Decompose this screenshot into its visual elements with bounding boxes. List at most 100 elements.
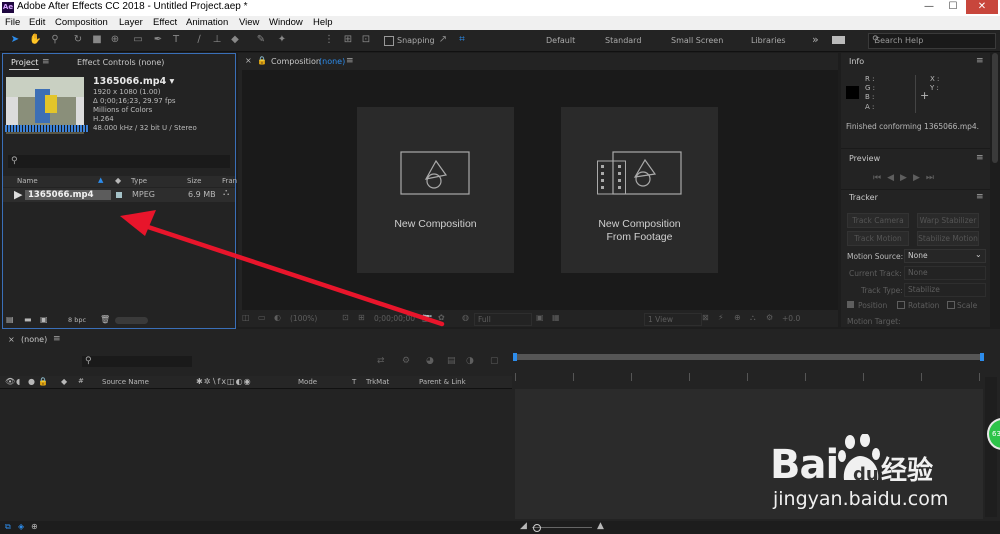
first-frame-icon[interactable]: ⏮: [873, 173, 887, 183]
transparency-grid-icon[interactable]: ▦: [552, 313, 560, 322]
timeline-zoom-slider[interactable]: [532, 527, 592, 528]
hand-tool-icon[interactable]: ✋: [29, 34, 41, 46]
index-column[interactable]: #: [78, 377, 84, 385]
graph-editor-icon[interactable]: ▢: [490, 356, 499, 366]
comp-mini-flowchart-icon[interactable]: ⇄: [377, 356, 385, 366]
vr-icon[interactable]: ▭: [258, 313, 266, 322]
new-folder-icon[interactable]: ▬: [24, 315, 32, 324]
track-motion-button[interactable]: Track Motion: [847, 231, 909, 246]
reset-exposure-icon[interactable]: ⚙: [766, 313, 773, 322]
thumbnail-zoom-slider[interactable]: [115, 317, 148, 324]
close-panel-icon[interactable]: ×: [245, 56, 252, 65]
tab-effect-controls[interactable]: Effect Controls (none): [77, 58, 164, 67]
snapshot-icon[interactable]: 📷: [422, 313, 432, 322]
workspace-libraries[interactable]: Libraries: [751, 36, 786, 45]
minimize-button[interactable]: —: [918, 0, 940, 14]
tracker-panel-title[interactable]: Tracker: [849, 193, 878, 202]
zoom-out-icon[interactable]: ◢: [520, 521, 527, 531]
snap-feature-icon[interactable]: ↗: [437, 34, 449, 46]
workspace-menu-icon[interactable]: [832, 36, 845, 44]
close-window-button[interactable]: ✕: [966, 0, 998, 14]
transfer-controls-toggle-icon[interactable]: ◈: [18, 522, 24, 531]
interpret-footage-icon[interactable]: ▤: [6, 315, 14, 324]
project-item-name[interactable]: 1365066.mp4: [28, 190, 94, 200]
preserve-transparency-column[interactable]: T: [352, 378, 356, 386]
snap-extend-icon[interactable]: ⌗: [456, 34, 468, 46]
tracker-menu-icon[interactable]: ≡: [976, 192, 984, 202]
current-track-dropdown[interactable]: None: [904, 266, 986, 280]
timeline-zoom-handle[interactable]: [533, 524, 541, 532]
frame-blending-icon[interactable]: ▤: [447, 356, 456, 366]
roto-brush-tool-icon[interactable]: ✎: [255, 34, 267, 46]
menu-effect[interactable]: Effect: [153, 17, 177, 28]
snapping-checkbox[interactable]: [384, 36, 394, 46]
resolution-dropdown[interactable]: Full: [474, 313, 532, 326]
rotation-checkbox[interactable]: [897, 301, 905, 309]
trkmat-column[interactable]: TrkMat: [366, 378, 389, 386]
exposure-value[interactable]: +0.0: [782, 314, 800, 323]
mask-icon[interactable]: ◐: [274, 313, 281, 322]
new-composition-icon[interactable]: ▣: [40, 315, 48, 324]
info-menu-icon[interactable]: ≡: [976, 56, 984, 66]
region-of-interest-icon[interactable]: ▣: [536, 313, 544, 322]
menu-layer[interactable]: Layer: [119, 17, 143, 28]
brush-tool-icon[interactable]: ∕: [193, 34, 205, 46]
time-ruler[interactable]: [515, 373, 982, 381]
current-time[interactable]: 0;00;00;00: [374, 314, 415, 323]
column-type[interactable]: Type: [131, 177, 147, 185]
work-area-start-handle[interactable]: [513, 353, 517, 361]
source-name-column[interactable]: Source Name: [102, 378, 149, 386]
zoom-level[interactable]: (100%): [290, 314, 317, 323]
parent-link-column[interactable]: Parent & Link: [419, 378, 466, 386]
sort-ascending-icon[interactable]: ▲: [98, 176, 103, 184]
menu-help[interactable]: Help: [313, 17, 333, 28]
footage-name[interactable]: 1365066.mp4 ▾: [93, 76, 174, 87]
menu-animation[interactable]: Animation: [186, 17, 228, 28]
motion-source-dropdown[interactable]: None ⌄: [904, 249, 986, 263]
zoom-in-icon[interactable]: ▲: [597, 521, 604, 531]
pan-behind-tool-icon[interactable]: ⊕: [109, 34, 121, 46]
puppet-tool-icon[interactable]: ✦: [276, 34, 288, 46]
track-camera-button[interactable]: Track Camera: [847, 213, 909, 228]
type-tool-icon[interactable]: T: [170, 34, 182, 46]
local-axis-icon[interactable]: ⋮: [323, 34, 335, 46]
info-panel-title[interactable]: Info: [849, 57, 864, 66]
tab-composition[interactable]: Composition: [271, 57, 321, 66]
workspace-default[interactable]: Default: [546, 36, 575, 45]
column-name[interactable]: Name: [17, 177, 38, 185]
workspace-overflow-icon[interactable]: »: [812, 33, 819, 46]
project-menu-icon[interactable]: ≡: [42, 57, 50, 67]
preview-menu-icon[interactable]: ≡: [976, 153, 984, 163]
menu-composition[interactable]: Composition: [55, 17, 108, 28]
rectangle-tool-icon[interactable]: ▭: [132, 34, 144, 46]
pen-tool-icon[interactable]: ✒: [152, 34, 164, 46]
timeline-search-input[interactable]: ⚲: [82, 356, 192, 367]
maximize-button[interactable]: ☐: [942, 0, 964, 14]
warp-stabilizer-button[interactable]: Warp Stabilizer: [917, 213, 979, 228]
zoom-tool-icon[interactable]: ⚲: [49, 34, 61, 46]
position-checkbox[interactable]: [847, 301, 854, 308]
composition-menu-icon[interactable]: ≡: [346, 56, 354, 66]
channel-icon[interactable]: ◍: [462, 313, 469, 322]
in-out-toggle-icon[interactable]: ⊕: [31, 522, 38, 531]
toggle-pixel-icon[interactable]: ⊠: [702, 313, 709, 322]
eraser-tool-icon[interactable]: ◆: [229, 34, 241, 46]
label-tag-icon[interactable]: ◆: [115, 176, 121, 185]
timeline-menu-icon[interactable]: ≡: [53, 334, 61, 344]
world-axis-icon[interactable]: ⊞: [342, 34, 354, 46]
flowchart-icon[interactable]: ⛬: [750, 313, 756, 323]
scale-checkbox[interactable]: [947, 301, 955, 309]
shy-layers-icon[interactable]: ◕: [426, 356, 434, 366]
track-type-dropdown[interactable]: Stabilize: [904, 283, 986, 297]
always-preview-icon[interactable]: ◫: [242, 313, 250, 322]
fast-preview-icon[interactable]: ⚡: [718, 313, 724, 322]
draft-3d-icon[interactable]: ⚙: [402, 356, 410, 366]
solo-icon[interactable]: ●: [28, 377, 35, 386]
close-timeline-icon[interactable]: ×: [8, 335, 15, 344]
workspace-small-screen[interactable]: Small Screen: [671, 36, 723, 45]
menu-window[interactable]: Window: [269, 17, 303, 28]
stabilize-motion-button[interactable]: Stabilize Motion: [917, 231, 979, 246]
color-icon[interactable]: ✿: [438, 313, 445, 322]
next-frame-icon[interactable]: ▶: [913, 173, 926, 183]
motion-blur-icon[interactable]: ◑: [466, 356, 474, 366]
